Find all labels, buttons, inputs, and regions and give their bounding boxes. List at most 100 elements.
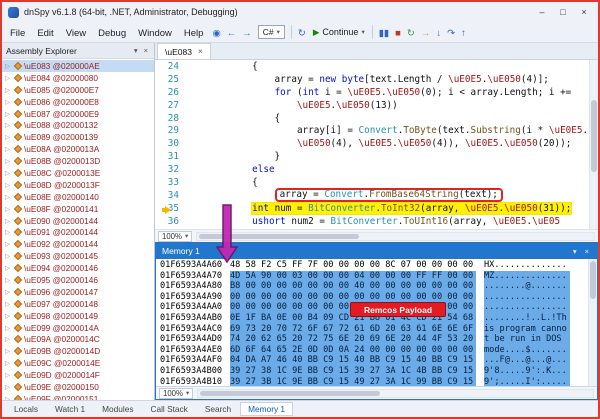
memory-row[interactable]: 01F6593A4AF004 DA A7 46 40 BB C9 15 40 B… (160, 355, 588, 366)
expander-icon[interactable]: ▷ (5, 288, 12, 296)
memory-ascii[interactable]: ........@....... (484, 281, 570, 292)
memory-ascii[interactable]: is program canno (484, 324, 570, 335)
menu-view[interactable]: View (60, 26, 92, 41)
expander-icon[interactable]: ▷ (5, 240, 12, 248)
memory-ascii[interactable]: MZ.............. (484, 271, 570, 282)
memory-hex-bytes[interactable]: 0E 1F BA 0E 00 B4 09 CD 21 B8 01 4C CD 2… (230, 313, 476, 324)
toolwindow-tab-search[interactable]: Search (197, 402, 239, 416)
close-button[interactable]: × (576, 7, 592, 17)
memory-row[interactable]: 01F6593A4AE06D 6F 64 65 2E 0D 0D 0A 24 0… (160, 345, 588, 356)
expander-icon[interactable]: ▷ (5, 110, 12, 118)
expander-icon[interactable]: ▷ (5, 193, 12, 201)
code-line-31[interactable]: } (185, 151, 589, 164)
scrollbar-thumb[interactable] (200, 391, 380, 396)
editor-vertical-scrollbar[interactable] (589, 60, 598, 229)
assembly-tree-item[interactable]: ▷\uE08D @0200013F (2, 179, 154, 191)
titlebar[interactable]: dnSpy v6.1.8 (64-bit, .NET, Administrato… (2, 2, 598, 22)
toolwindow-tab-watch-1[interactable]: Watch 1 (47, 402, 93, 416)
code-line-32[interactable]: else (185, 164, 589, 177)
memory-hex-bytes[interactable]: 00 00 00 00 00 00 00 00 00 00 00 00 00 0… (230, 292, 476, 303)
memory-ascii[interactable]: HX.............. (484, 260, 570, 271)
memory-ascii[interactable]: ...F@...@...@... (484, 355, 570, 366)
assembly-tree-item[interactable]: ▷\uE09F @02000151 (2, 393, 154, 400)
assembly-tree-item[interactable]: ▷\uE09E @02000150 (2, 381, 154, 393)
toolwindow-tab-modules[interactable]: Modules (94, 402, 141, 416)
memory-hex-bytes[interactable]: 04 DA A7 46 40 BB C9 15 40 BB C9 15 40 B… (230, 355, 476, 366)
expander-icon[interactable]: ▷ (5, 145, 12, 153)
memory-row[interactable]: 01F6593A4A6048 58 F2 C5 FF 7F 00 00 00 0… (160, 260, 588, 271)
expander-icon[interactable]: ▷ (5, 359, 12, 367)
toolwindow-tab-memory-1[interactable]: Memory 1 (240, 402, 293, 416)
assembly-tree-item[interactable]: ▷\uE091 @02000144 (2, 226, 154, 238)
code-line-24[interactable]: { (185, 61, 589, 74)
scrollbar-thumb[interactable] (199, 234, 359, 239)
assembly-tree-item[interactable]: ▷\uE08C @0200013E (2, 167, 154, 179)
code-editor[interactable]: 24252627282930313233343536 { array = new… (155, 60, 598, 229)
window-menu-icon[interactable]: ▾ (571, 247, 579, 256)
memory-row[interactable]: 01F6593A4AC069 73 20 70 72 6F 67 72 61 6… (160, 324, 588, 335)
show-next-statement-icon[interactable]: → (418, 28, 434, 39)
memory-row[interactable]: 01F6593A4AB00E 1F BA 0E 00 B4 09 CD 21 B… (160, 313, 588, 324)
memory-hex-bytes[interactable]: B8 00 00 00 00 00 00 00 40 00 00 00 00 0… (230, 281, 476, 292)
document-tab[interactable]: \uE083 × (157, 43, 211, 59)
expander-icon[interactable]: ▷ (5, 312, 12, 320)
memory-hex-bytes[interactable]: 4D 5A 90 00 03 00 00 00 04 00 00 00 FF F… (230, 271, 476, 282)
toolwindow-tab-call-stack[interactable]: Call Stack (142, 402, 195, 416)
language-selector[interactable]: C# ▾ (258, 25, 285, 39)
memory-hex-bytes[interactable]: 00 00 00 00 00 00 00 00 00 00 00 00 80 0… (230, 302, 476, 313)
code-line-28[interactable]: { (185, 113, 589, 126)
assembly-tree-item[interactable]: ▷\uE094 @02000146 (2, 262, 154, 274)
expander-icon[interactable]: ▷ (5, 98, 12, 106)
expander-icon[interactable]: ▷ (5, 62, 12, 70)
close-icon[interactable]: × (142, 46, 150, 55)
code-line-27[interactable]: \uE0E5.\uE050(13)) (185, 100, 589, 113)
expander-icon[interactable]: ▷ (5, 217, 12, 225)
expander-icon[interactable]: ▷ (5, 383, 12, 391)
expander-icon[interactable]: ▷ (5, 252, 12, 260)
maximize-button[interactable]: □ (555, 7, 571, 17)
expander-icon[interactable]: ▷ (5, 205, 12, 213)
close-icon[interactable]: × (583, 247, 591, 256)
expander-icon[interactable]: ▷ (5, 276, 12, 284)
memory-vertical-scrollbar[interactable] (588, 259, 597, 386)
memory-panel-header[interactable]: Memory 1 ▾ × (156, 243, 597, 259)
assembly-tree-item[interactable]: ▷\uE087 @020000E9 (2, 108, 154, 120)
menu-help[interactable]: Help (178, 26, 210, 41)
assembly-tree-item[interactable]: ▷\uE09C @0200014E (2, 357, 154, 369)
menu-window[interactable]: Window (132, 26, 178, 41)
memory-hex-bytes[interactable]: 74 20 62 65 20 72 75 6E 20 69 6E 20 44 4… (230, 334, 476, 345)
memory-ascii[interactable]: ........!..L.!Th (484, 313, 570, 324)
assembly-tree-item[interactable]: ▷\uE09A @0200014C (2, 333, 154, 345)
expander-icon[interactable]: ▷ (5, 371, 12, 379)
expander-icon[interactable]: ▷ (5, 347, 12, 355)
editor-horizontal-scrollbar[interactable] (196, 232, 595, 241)
memory-row[interactable]: 01F6593A4A704D 5A 90 00 03 00 00 00 04 0… (160, 271, 588, 282)
assembly-tree-item[interactable]: ▷\uE08E @02000140 (2, 191, 154, 203)
break-all-icon[interactable]: ▮▮ (376, 28, 392, 39)
assembly-tree-item[interactable]: ▷\uE085 @020000E7 (2, 84, 154, 96)
memory-hex-bytes[interactable]: 48 58 F2 C5 FF 7F 00 00 00 00 8C 07 00 0… (230, 260, 476, 271)
assembly-tree-item[interactable]: ▷\uE090 @02000144 (2, 215, 154, 227)
assembly-tree-item[interactable]: ▷\uE084 @02000080 (2, 72, 154, 84)
start-icon[interactable]: ◉ (209, 28, 223, 39)
assembly-tree-item[interactable]: ▷\uE086 @020000E8 (2, 96, 154, 108)
assembly-tree-item[interactable]: ▷\uE097 @02000148 (2, 298, 154, 310)
menu-debug[interactable]: Debug (92, 26, 132, 41)
expander-icon[interactable]: ▷ (5, 228, 12, 236)
step-out-icon[interactable]: ↑ (458, 28, 469, 39)
expander-icon[interactable]: ▷ (5, 300, 12, 308)
memory-ascii[interactable]: t be run in DOS (484, 334, 570, 345)
assembly-tree-item[interactable]: ▷\uE096 @02000147 (2, 286, 154, 298)
assembly-tree-item[interactable]: ▷\uE083 @020000AE (2, 60, 154, 72)
expander-icon[interactable]: ▷ (5, 335, 12, 343)
memory-hex-bytes[interactable]: 39 27 38 1C 9E BB C9 15 39 27 3A 1C 4B B… (230, 366, 476, 377)
memory-ascii[interactable]: 9';.....I':..... (484, 377, 570, 386)
expander-icon[interactable]: ▷ (5, 264, 12, 272)
memory-rows[interactable]: 01F6593A4A6048 58 F2 C5 FF 7F 00 00 00 0… (156, 259, 588, 386)
assembly-tree-item[interactable]: ▷\uE08A @0200013A (2, 143, 154, 155)
memory-ascii[interactable]: mode....$....... (484, 345, 570, 356)
navigate-forward-icon[interactable]: → (239, 28, 255, 39)
menu-file[interactable]: File (4, 26, 31, 41)
navigate-back-icon[interactable]: ← (224, 28, 240, 39)
code-line-25[interactable]: array = new byte[text.Length / \uE0E5.\u… (185, 74, 589, 87)
